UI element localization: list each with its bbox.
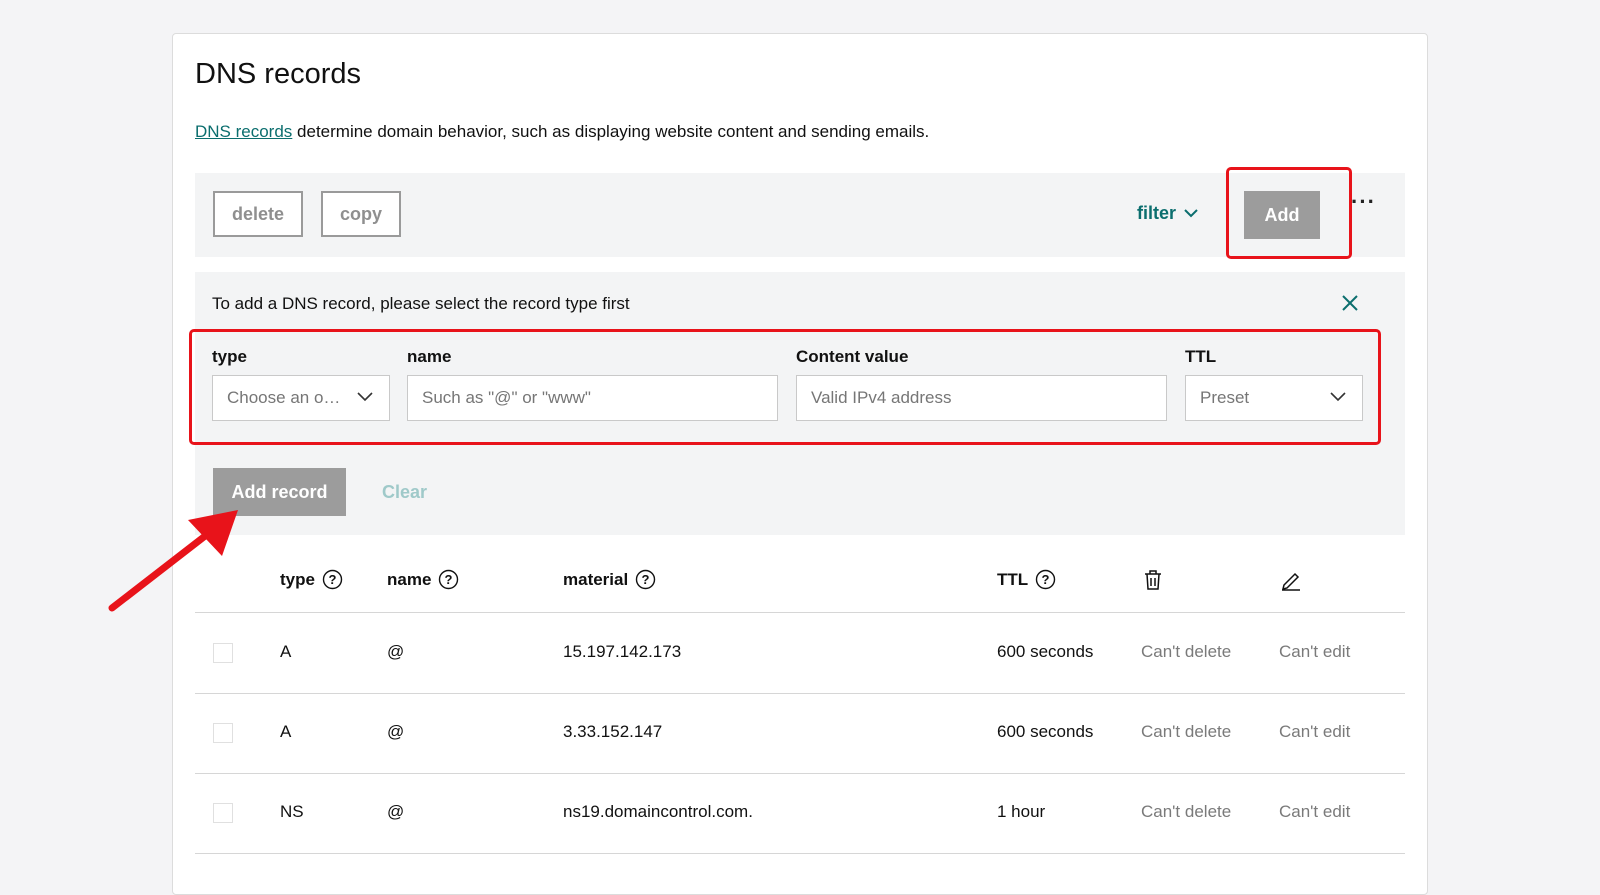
header-ttl: TTL ? (997, 569, 1056, 590)
chevron-down-icon (1184, 209, 1198, 218)
table-row: NS @ ns19.domaincontrol.com. 1 hour Can'… (195, 773, 1405, 854)
trash-icon (1145, 570, 1161, 590)
cell-delete: Can't delete (1141, 802, 1232, 821)
name-input-placeholder: Such as "@" or "www" (422, 388, 591, 407)
row-checkbox[interactable] (213, 643, 233, 663)
svg-text:?: ? (642, 572, 650, 587)
cell-name: @ (387, 802, 405, 821)
header-name: name ? (387, 569, 459, 590)
ttl-label: TTL (1185, 347, 1217, 366)
cell-material: 3.33.152.147 (563, 722, 663, 741)
cell-name: @ (387, 722, 405, 741)
header-name-label: name (387, 569, 432, 589)
cell-delete: Can't delete (1141, 722, 1232, 741)
content-value-input[interactable]: Valid IPv4 address (796, 375, 1167, 421)
close-icon[interactable] (1341, 294, 1359, 312)
cell-edit: Can't edit (1279, 722, 1351, 741)
chevron-down-icon (357, 392, 373, 402)
ttl-select[interactable]: Preset (1185, 375, 1363, 421)
cell-type: NS (280, 802, 304, 821)
filter-label: filter (1137, 203, 1177, 223)
pencil-icon (1281, 572, 1300, 591)
header-delete (1143, 569, 1163, 591)
copy-button[interactable]: copy (321, 191, 401, 237)
name-label: name (407, 347, 452, 366)
filter-dropdown[interactable]: filter (1137, 203, 1198, 224)
cell-ttl: 600 seconds (997, 642, 1094, 661)
type-label: type (212, 347, 247, 366)
svg-text:?: ? (445, 572, 453, 587)
more-options-button[interactable]: ··· (1351, 189, 1376, 215)
add-record-panel: To add a DNS record, please select the r… (189, 272, 1405, 535)
cell-type: A (280, 642, 292, 661)
row-checkbox[interactable] (213, 803, 233, 823)
cell-ttl: 1 hour (997, 802, 1046, 821)
dns-records-link[interactable]: DNS records (195, 122, 292, 141)
header-edit (1280, 569, 1302, 591)
cell-type: A (280, 722, 292, 741)
cell-edit: Can't edit (1279, 642, 1351, 661)
header-material: material ? (563, 569, 656, 590)
clear-button[interactable]: Clear (382, 482, 427, 503)
cell-ttl: 600 seconds (997, 722, 1094, 741)
type-select-value: Choose an o… (227, 388, 341, 407)
cell-material: ns19.domaincontrol.com. (563, 802, 753, 821)
page-title: DNS records (195, 58, 361, 90)
arrow-annotation (108, 510, 238, 612)
content-value-label: Content value (796, 347, 909, 366)
chevron-down-icon (1330, 392, 1346, 402)
content-value-placeholder: Valid IPv4 address (811, 388, 952, 407)
cell-delete: Can't delete (1141, 642, 1232, 661)
toolbar: delete copy filter Add ··· (195, 167, 1405, 259)
svg-text:?: ? (328, 572, 336, 587)
header-type-label: type (280, 569, 315, 589)
svg-text:?: ? (1042, 572, 1050, 587)
add-button[interactable]: Add (1244, 191, 1320, 239)
type-select[interactable]: Choose an o… (212, 375, 390, 421)
table-row: A @ 15.197.142.173 600 seconds Can't del… (195, 613, 1405, 694)
cell-name: @ (387, 642, 405, 661)
table-row: A @ 3.33.152.147 600 seconds Can't delet… (195, 693, 1405, 774)
header-type: type ? (280, 569, 343, 590)
header-material-label: material (563, 569, 629, 589)
delete-button[interactable]: delete (213, 191, 303, 237)
intro-text: DNS records determine domain behavior, s… (195, 122, 929, 142)
ttl-select-value: Preset (1200, 388, 1250, 407)
header-ttl-label: TTL (997, 569, 1029, 589)
panel-message: To add a DNS record, please select the r… (212, 294, 630, 313)
help-icon[interactable]: ? (322, 569, 343, 590)
name-input[interactable]: Such as "@" or "www" (407, 375, 778, 421)
intro-description: determine domain behavior, such as displ… (292, 122, 930, 141)
row-checkbox[interactable] (213, 723, 233, 743)
help-icon[interactable]: ? (438, 569, 459, 590)
cell-edit: Can't edit (1279, 802, 1351, 821)
dns-records-card: DNS records DNS records determine domain… (172, 33, 1428, 895)
help-icon[interactable]: ? (635, 569, 656, 590)
cell-material: 15.197.142.173 (563, 642, 682, 661)
help-icon[interactable]: ? (1035, 569, 1056, 590)
